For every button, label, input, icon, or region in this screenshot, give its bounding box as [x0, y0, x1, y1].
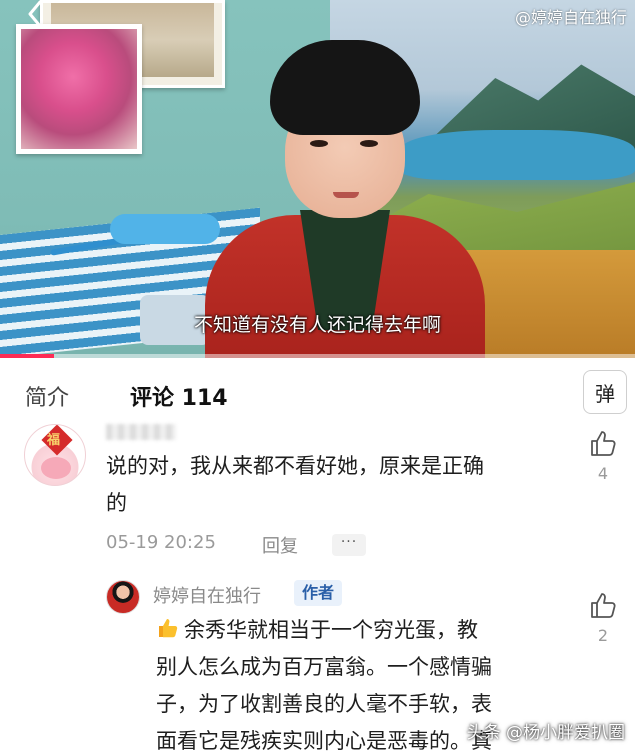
thumbs-up-emoji-icon	[156, 615, 180, 639]
toutiao-watermark: 头条 @杨小胖爱扒圈	[466, 723, 625, 743]
back-arrow-icon[interactable]	[20, 0, 50, 30]
reply-text-line-2: 别人怎么成为百万富翁。一个感情骗	[156, 655, 492, 679]
danmu-label: 弹	[595, 381, 615, 406]
reply-button[interactable]: 回复	[262, 532, 298, 558]
black-hat	[270, 40, 420, 135]
avatar[interactable]: 福	[24, 424, 86, 486]
left-eye	[310, 140, 328, 147]
comment-text-line-1: 说的对，我从来都不看好她，原来是正确	[106, 454, 484, 478]
video-player[interactable]: @婷婷自在独行 不知道有没有人还记得去年啊	[0, 0, 635, 358]
like-button[interactable]: 4	[581, 428, 625, 483]
blurred-username	[106, 424, 176, 440]
reply-text-line-3: 子，为了收割善良的人毫不手软，表	[156, 692, 492, 716]
author-avatar[interactable]	[106, 580, 140, 614]
tab-comments[interactable]: 评论 114	[130, 380, 228, 412]
reply-text-line-4: 面看它是残疾实则内心是恶毒的。真	[156, 729, 492, 752]
thumbs-up-icon	[581, 590, 625, 620]
reply-like-count: 2	[597, 626, 609, 645]
wall-painting-pink-tree	[16, 24, 142, 154]
video-subtitle: 不知道有没有人还记得去年啊	[193, 314, 441, 336]
tab-intro[interactable]: 简介	[25, 380, 69, 412]
author-badge: 作者	[294, 580, 343, 606]
avatar-fu-text: 福	[47, 433, 61, 448]
comment-timestamp: 05-19 20:25	[106, 532, 216, 553]
author-name[interactable]: 婷婷自在独行	[153, 582, 261, 608]
danmu-toggle-button[interactable]: 弹	[583, 370, 627, 414]
reply-like-button[interactable]: 2	[581, 590, 625, 645]
more-options-button[interactable]: ···	[332, 534, 366, 556]
comment-text-line-2: 的	[106, 491, 127, 515]
reply-text-line-1: 余秀华就相当于一个穷光蛋，教	[156, 612, 478, 649]
right-eye	[360, 140, 378, 147]
thumbs-up-icon	[581, 428, 625, 458]
like-count: 4	[597, 464, 609, 483]
reply-text-line-1-content: 余秀华就相当于一个穷光蛋，教	[184, 618, 478, 642]
video-watermark: @婷婷自在独行	[514, 8, 627, 27]
mouth	[333, 192, 359, 198]
tab-bar: 简介 评论 114 弹	[0, 358, 635, 426]
